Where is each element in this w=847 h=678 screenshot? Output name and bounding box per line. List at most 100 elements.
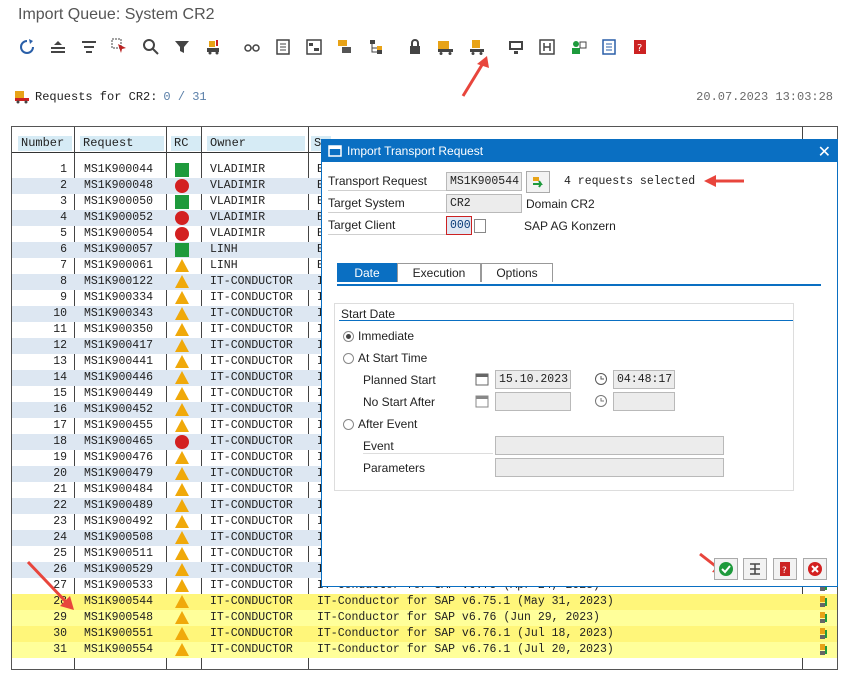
planned-start-date[interactable]: 15.10.2023 xyxy=(495,370,571,389)
status-warning-icon xyxy=(175,339,189,353)
col-request[interactable]: Request xyxy=(80,136,164,151)
row-request: MS1K900057 xyxy=(84,243,154,256)
row-owner: IT-CONDUCTOR xyxy=(210,467,293,480)
row-owner: IT-CONDUCTOR xyxy=(210,307,293,320)
import-status-icon[interactable] xyxy=(817,595,831,609)
calendar-icon[interactable] xyxy=(475,394,489,408)
row-request: MS1K900529 xyxy=(84,563,154,576)
event-field[interactable] xyxy=(495,436,724,455)
row-request: MS1K900455 xyxy=(84,419,154,432)
refresh-icon[interactable] xyxy=(18,38,36,56)
col-owner[interactable]: Owner xyxy=(207,136,305,151)
help-button[interactable]: ? xyxy=(773,558,797,580)
layout-icon[interactable] xyxy=(305,38,323,56)
row-owner: IT-CONDUCTOR xyxy=(210,611,293,624)
glasses-icon[interactable] xyxy=(243,38,261,56)
svg-text:?: ? xyxy=(782,566,787,576)
import-transport-dialog: Import Transport Request ✕ Transport Req… xyxy=(321,139,838,587)
status-warning-icon xyxy=(175,451,189,465)
row-number: 8 xyxy=(60,275,67,288)
row-short-text: IT-Conductor for SAP v6.75.1 (May 31, 20… xyxy=(317,595,614,608)
row-owner: IT-CONDUCTOR xyxy=(210,563,293,576)
cancel-button[interactable] xyxy=(803,558,827,580)
transport-request-field[interactable]: MS1K900544 xyxy=(446,172,522,191)
row-owner: IT-CONDUCTOR xyxy=(210,531,293,544)
table-row[interactable]: 29 MS1K900548 IT-CONDUCTOR IT-Conductor for… xyxy=(12,610,837,626)
col-number[interactable]: Number xyxy=(18,136,72,151)
import-status-icon[interactable] xyxy=(817,611,831,625)
no-start-after-date[interactable] xyxy=(495,392,571,411)
tab-execution[interactable]: Execution xyxy=(397,263,481,282)
monitor-icon[interactable] xyxy=(507,38,525,56)
clock-icon[interactable] xyxy=(594,394,608,408)
row-request: MS1K900441 xyxy=(84,355,154,368)
table-row[interactable]: 30 MS1K900551 IT-CONDUCTOR IT-Conductor for… xyxy=(12,626,837,642)
close-icon[interactable]: ✕ xyxy=(818,142,831,162)
value-help-icon[interactable] xyxy=(474,218,486,233)
planned-start-time[interactable]: 04:48:17 xyxy=(613,370,675,389)
no-start-after-time[interactable] xyxy=(613,392,675,411)
lock-icon[interactable] xyxy=(406,38,424,56)
document-list-icon[interactable] xyxy=(274,38,292,56)
help-book-icon: ? xyxy=(777,561,793,577)
row-owner: IT-CONDUCTOR xyxy=(210,435,293,448)
radio-start-time[interactable]: At Start Time xyxy=(343,351,427,365)
status-warning-icon xyxy=(175,515,189,529)
arrow-right-button[interactable] xyxy=(526,170,550,193)
requests-count: 0 / 31 xyxy=(163,90,207,104)
clock-icon[interactable] xyxy=(594,372,608,386)
h-icon[interactable] xyxy=(538,38,556,56)
dialog-window-icon xyxy=(328,145,342,157)
table-row[interactable]: 31 MS1K900554 IT-CONDUCTOR IT-Conductor for… xyxy=(12,642,837,658)
target-client-field[interactable]: 000 xyxy=(446,216,472,235)
help-book-icon[interactable]: ? xyxy=(631,38,649,56)
execute-options-button[interactable] xyxy=(743,558,767,580)
row-request: MS1K900452 xyxy=(84,403,154,416)
select-cursor-icon[interactable] xyxy=(111,38,129,56)
funnel-icon[interactable] xyxy=(173,38,191,56)
row-request: MS1K900544 xyxy=(84,595,154,608)
radio-after-event[interactable]: After Event xyxy=(343,417,417,431)
calendar-icon[interactable] xyxy=(475,372,489,386)
col-rc[interactable]: RC xyxy=(171,136,201,151)
hierarchy-icon[interactable] xyxy=(367,38,385,56)
truck-import-icon[interactable] xyxy=(204,38,222,56)
dialog-titlebar: Import Transport Request xyxy=(322,140,837,162)
radio-immediate[interactable]: Immediate xyxy=(343,329,414,343)
row-number: 30 xyxy=(53,627,67,640)
transport-icon[interactable] xyxy=(336,38,354,56)
row-request: MS1K900417 xyxy=(84,339,154,352)
parameters-field[interactable] xyxy=(495,458,724,477)
row-owner: VLADIMIR xyxy=(210,211,266,224)
tab-options[interactable]: Options xyxy=(481,263,553,282)
table-row[interactable]: 28 MS1K900544 IT-CONDUCTOR IT-Conductor for… xyxy=(12,594,837,610)
tab-date[interactable]: Date xyxy=(337,263,397,282)
row-request: MS1K900350 xyxy=(84,323,154,336)
truck-all-icon[interactable] xyxy=(437,38,455,56)
status-warning-icon xyxy=(175,275,189,289)
target-system-field[interactable]: CR2 xyxy=(446,194,522,213)
planned-start-label: Planned Start xyxy=(363,373,436,387)
import-status-icon[interactable] xyxy=(817,643,831,657)
requests-label: Requests for CR2: xyxy=(35,90,158,104)
row-request: MS1K900479 xyxy=(84,467,154,480)
row-owner: VLADIMIR xyxy=(210,195,266,208)
row-owner: IT-CONDUCTOR xyxy=(210,483,293,496)
row-number: 22 xyxy=(53,499,67,512)
row-owner: IT-CONDUCTOR xyxy=(210,291,293,304)
annotation-arrow-dialog xyxy=(704,175,744,187)
status-warning-icon xyxy=(175,307,189,321)
zoom-icon[interactable] xyxy=(142,38,160,56)
import-status-icon[interactable] xyxy=(817,627,831,641)
list-icon[interactable] xyxy=(600,38,618,56)
collapse-icon[interactable] xyxy=(49,38,67,56)
status-warning-icon xyxy=(175,371,189,385)
user-icon[interactable] xyxy=(569,38,587,56)
target-system-label: Target System xyxy=(328,194,446,213)
continue-button[interactable] xyxy=(714,558,738,580)
row-request: MS1K900511 xyxy=(84,547,154,560)
filter-lines-icon[interactable] xyxy=(80,38,98,56)
row-owner: IT-CONDUCTOR xyxy=(210,403,293,416)
target-client-row: Target Client 000 SAP AG Konzern xyxy=(328,216,616,235)
status-error-icon xyxy=(175,435,189,449)
